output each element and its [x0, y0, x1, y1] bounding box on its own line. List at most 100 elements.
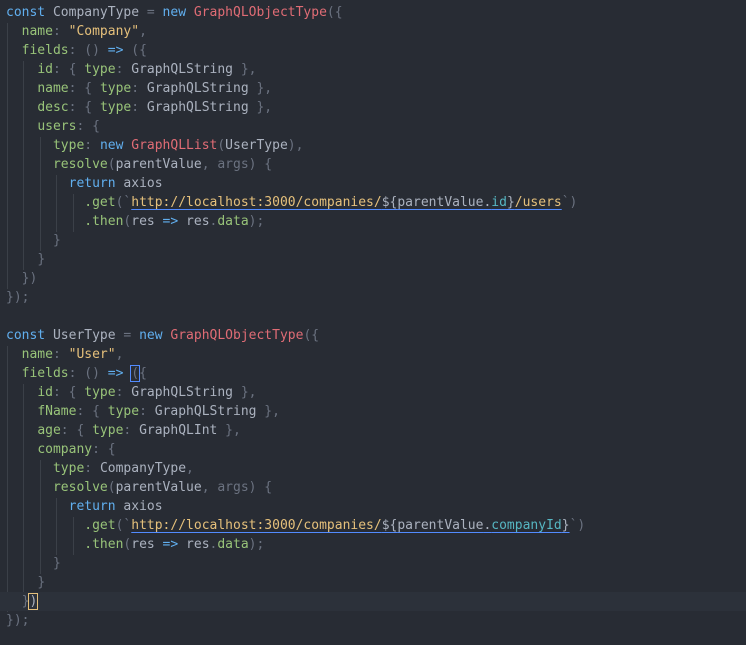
code-token: },	[248, 81, 273, 96]
code-line[interactable]: .then(res => res.data);	[6, 212, 746, 231]
code-token: ,	[201, 157, 218, 172]
code-token: :	[131, 81, 147, 96]
code-token: parentValue	[115, 480, 202, 495]
code-token: =>	[107, 366, 124, 381]
code-token: })	[21, 271, 38, 286]
code-token: (`	[115, 518, 132, 533]
code-token: /users	[514, 195, 562, 210]
code-line[interactable]: type: CompanyType,	[6, 459, 746, 478]
code-token: (	[130, 365, 141, 382]
code-token: fName	[37, 404, 77, 419]
code-token: .then	[84, 214, 124, 229]
code-line[interactable]: .get(`http://localhost:3000/companies/${…	[6, 516, 746, 535]
code-token: parentValue	[397, 518, 484, 533]
code-token: return	[68, 499, 124, 514]
code-token: resolve	[52, 480, 108, 495]
code-token: GraphQLString	[131, 62, 233, 77]
code-token: companyId	[491, 518, 562, 533]
code-token: GraphQLString	[146, 81, 249, 96]
code-line[interactable]: }	[6, 554, 746, 573]
code-line[interactable]: fName: { type: GraphQLString },	[6, 402, 746, 421]
code-token: type	[52, 461, 85, 476]
code-token: name	[21, 347, 53, 362]
code-token: axios	[123, 176, 163, 191]
code-token: =>	[154, 537, 187, 552]
code-line[interactable]: name: "Company",	[6, 22, 746, 41]
code-token: new	[99, 138, 132, 153]
code-line[interactable]: .get(`http://localhost:3000/companies/${…	[6, 193, 746, 212]
code-line[interactable]: resolve(parentValue, args) {	[6, 155, 746, 174]
code-line[interactable]: }	[6, 231, 746, 250]
code-line[interactable]: })	[0, 592, 746, 611]
code-token: GraphQLInt	[139, 423, 218, 438]
code-token: ,	[201, 480, 218, 495]
code-line[interactable]: const UserType = new GraphQLObjectType({	[6, 326, 746, 345]
code-token: const	[6, 5, 53, 20]
code-line[interactable]: return axios	[6, 174, 746, 193]
code-token: },	[217, 423, 241, 438]
code-token: :	[52, 347, 69, 362]
code-line[interactable]: name: "User",	[6, 345, 746, 364]
code-token: =>	[107, 43, 124, 58]
code-token: type	[84, 62, 116, 77]
code-token: CompanyType	[52, 5, 140, 20]
code-token: ,	[139, 24, 147, 39]
code-line[interactable]: .then(res => res.data);	[6, 535, 746, 554]
code-token: }	[37, 575, 46, 590]
code-token: new	[139, 328, 171, 343]
code-line[interactable]: type: new GraphQLList(UserType),	[6, 136, 746, 155]
code-token: :	[131, 100, 147, 115]
code-token: ({	[123, 43, 147, 58]
code-token: ({	[326, 5, 343, 20]
code-line[interactable]: fields: () => ({	[6, 41, 746, 60]
code-token: (`	[115, 195, 132, 210]
code-token: CompanyType	[99, 461, 187, 476]
code-token: =>	[154, 214, 187, 229]
code-token: }	[561, 518, 570, 533]
code-line[interactable]: });	[6, 288, 746, 307]
code-token: id	[37, 62, 53, 77]
code-token: );	[248, 214, 265, 229]
code-line[interactable]: resolve(parentValue, args) {	[6, 478, 746, 497]
code-token: id	[491, 195, 507, 210]
code-line[interactable]: age: { type: GraphQLInt },	[6, 421, 746, 440]
code-token: ({	[303, 328, 320, 343]
code-line[interactable]: id: { type: GraphQLString },	[6, 60, 746, 79]
code-token: parentValue	[397, 195, 484, 210]
code-token: :	[52, 24, 69, 39]
code-token: );	[248, 537, 265, 552]
code-line[interactable]: users: {	[6, 117, 746, 136]
code-token: )	[28, 593, 39, 610]
code-line[interactable]: id: { type: GraphQLString },	[6, 383, 746, 402]
code-token: : {	[60, 423, 93, 438]
code-line[interactable]: name: { type: GraphQLString },	[6, 79, 746, 98]
code-line[interactable]: fields: () => ({	[6, 364, 746, 383]
code-line[interactable]	[6, 307, 746, 326]
code-token: GraphQLString	[154, 404, 257, 419]
code-token: },	[233, 62, 257, 77]
code-line[interactable]: });	[6, 611, 746, 630]
code-line[interactable]: })	[6, 269, 746, 288]
code-line[interactable]: desc: { type: GraphQLString },	[6, 98, 746, 117]
code-editor[interactable]: const CompanyType = new GraphQLObjectTyp…	[0, 0, 746, 645]
code-line[interactable]: company: {	[6, 440, 746, 459]
code-line[interactable]: }	[6, 250, 746, 269]
code-line[interactable]: return axios	[6, 497, 746, 516]
code-token: .get	[84, 195, 116, 210]
code-token: :	[123, 423, 140, 438]
code-token: : {	[68, 81, 100, 96]
code-token: .then	[84, 537, 124, 552]
code-token: : {	[76, 404, 108, 419]
code-token: company	[37, 442, 93, 457]
code-line[interactable]: }	[6, 573, 746, 592]
code-line[interactable]: const CompanyType = new GraphQLObjectTyp…	[6, 3, 746, 22]
